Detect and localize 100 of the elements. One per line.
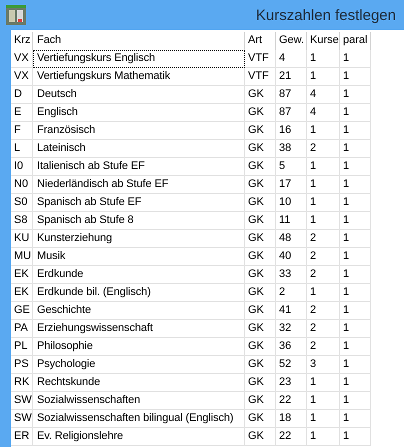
table-cell: MU [11,248,33,266]
table-cell: E [11,104,33,122]
table-cell: GK [245,266,276,284]
table-cell: 1 [340,176,371,194]
table-cell: 3 [307,356,340,374]
table-cell: S8 [11,212,33,230]
table-cell: 4 [307,86,340,104]
table-cell: 38 [276,140,307,158]
table-cell: Spanisch ab Stufe EF [33,194,245,212]
table-cell: ER [11,428,33,446]
table-cell: 1 [340,302,371,320]
table-cell: 1 [340,356,371,374]
table-cell: Vertiefungskurs Englisch [33,50,245,68]
table-cell: Sozialwissenschaften [33,392,245,410]
table-cell: 16 [276,122,307,140]
table-cell: VTF [245,68,276,86]
table-cell: 1 [340,50,371,68]
table-cell: 1 [340,104,371,122]
table-cell: Philosophie [33,338,245,356]
table-cell: Niederländisch ab Stufe EF [33,176,245,194]
table-cell: 87 [276,104,307,122]
table-cell: GK [245,104,276,122]
column-header[interactable]: Krz [11,32,33,50]
column-header[interactable]: Art [245,32,276,50]
table-cell: 2 [307,140,340,158]
table-cell: 1 [307,50,340,68]
table-cell: GK [245,122,276,140]
column-header[interactable]: Gew. [276,32,307,50]
table-cell: GK [245,338,276,356]
table-cell: 1 [340,428,371,446]
table-cell: GK [245,374,276,392]
table-cell: GK [245,392,276,410]
column-header[interactable]: Fach [33,32,245,50]
table-cell: GK [245,230,276,248]
table-cell: GK [245,428,276,446]
table-cell: 22 [276,392,307,410]
table-cell: Vertiefungskurs Mathematik [33,68,245,86]
table-cell: 22 [276,428,307,446]
table-cell: 1 [307,392,340,410]
column-header[interactable]: Kurse [307,32,340,50]
table-cell: SW [11,410,33,428]
table-cell: L [11,140,33,158]
table-cell: Sozialwissenschaften bilingual (Englisch) [33,410,245,428]
app-icon [6,5,26,25]
table-cell: PL [11,338,33,356]
table-cell: 1 [340,194,371,212]
table-cell: I0 [11,158,33,176]
table-cell: VTF [245,50,276,68]
table-cell: 1 [307,68,340,86]
table-cell: GK [245,284,276,302]
window-title: Kurszahlen festlegen [256,6,396,24]
table-cell: Ev. Religionslehre [33,428,245,446]
table-cell: 1 [340,338,371,356]
table-cell: 2 [307,302,340,320]
table-cell: 52 [276,356,307,374]
table-cell: 4 [276,50,307,68]
table-cell: 1 [340,212,371,230]
table-cell: 1 [340,284,371,302]
table-cell: GK [245,320,276,338]
table-cell: VX [11,50,33,68]
table-cell: GK [245,194,276,212]
column-header[interactable]: paral [340,32,371,50]
table-cell: 11 [276,212,307,230]
table-cell: GK [245,140,276,158]
table-cell: Englisch [33,104,245,122]
table-cell: 1 [340,248,371,266]
table-cell: PS [11,356,33,374]
table-cell: 1 [307,158,340,176]
table-cell: VX [11,68,33,86]
table-cell: PA [11,320,33,338]
table-cell: 1 [340,158,371,176]
table-cell: 1 [340,140,371,158]
table-cell: D [11,86,33,104]
table-cell: 1 [340,86,371,104]
table-cell: Psychologie [33,356,245,374]
table-cell: EK [11,266,33,284]
table-cell: 4 [307,104,340,122]
table-cell: 1 [340,122,371,140]
table-cell: GK [245,176,276,194]
table-cell: EK [11,284,33,302]
table-cell: GK [245,248,276,266]
table-cell: 23 [276,374,307,392]
table-cell: 2 [307,266,340,284]
table-cell: F [11,122,33,140]
table-cell: 10 [276,194,307,212]
table-cell: 2 [307,320,340,338]
table-cell: Geschichte [33,302,245,320]
table-cell: N0 [11,176,33,194]
table-cell: 1 [307,410,340,428]
table-cell: 32 [276,320,307,338]
table-cell: 2 [307,338,340,356]
table-cell: 1 [340,374,371,392]
table-cell: 1 [307,374,340,392]
table-cell: 1 [307,284,340,302]
table-cell: 5 [276,158,307,176]
table-cell: 1 [340,266,371,284]
table-cell: 1 [307,194,340,212]
table-cell: Musik [33,248,245,266]
table-cell: 2 [276,284,307,302]
table-cell: Erdkunde [33,266,245,284]
